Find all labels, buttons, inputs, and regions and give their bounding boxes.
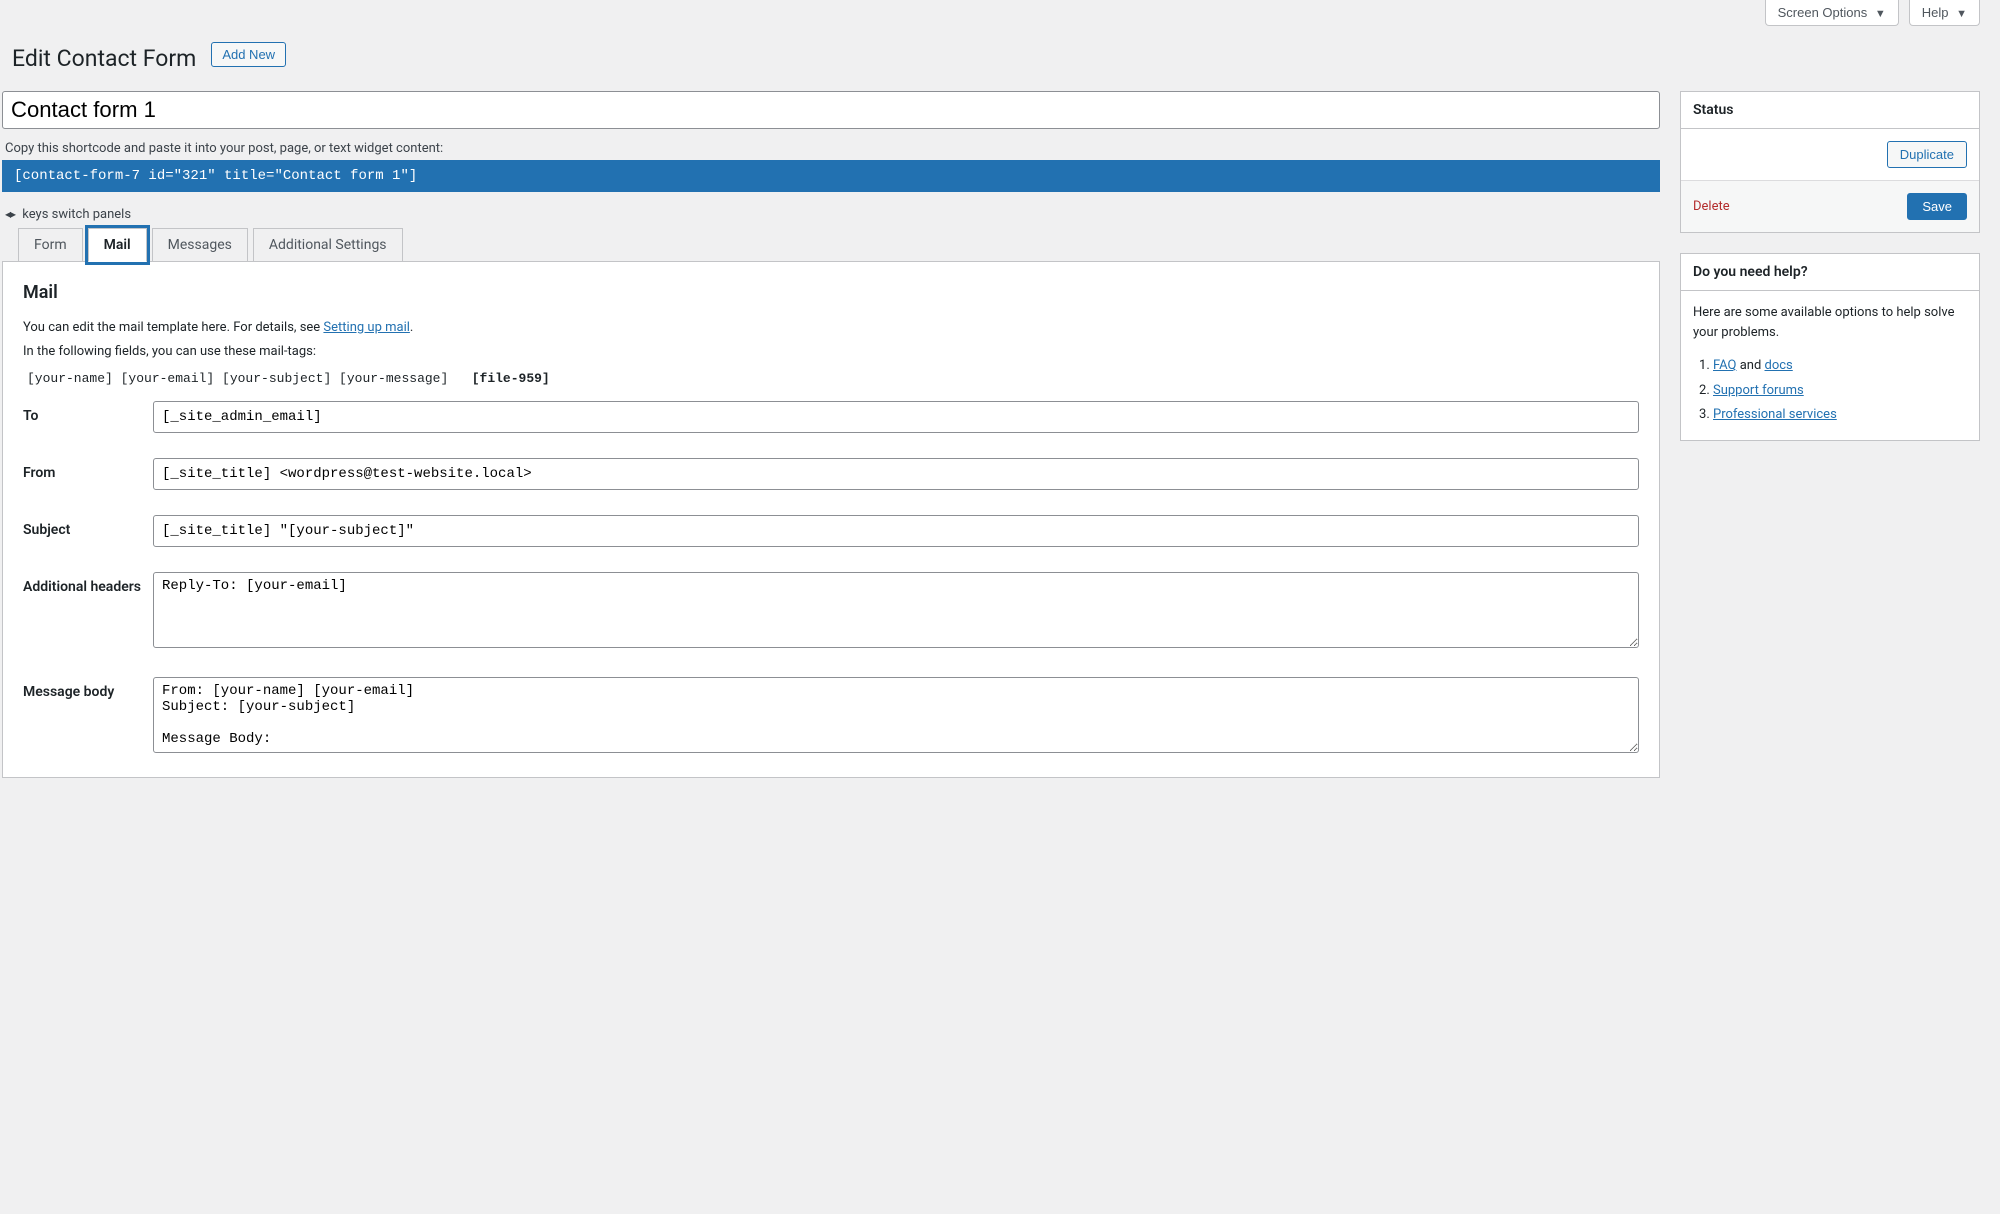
page-title: Edit Contact Form bbox=[12, 36, 196, 76]
switch-panels-text: keys switch panels bbox=[22, 207, 131, 222]
mail-tab-panel: Mail You can edit the mail template here… bbox=[2, 261, 1660, 779]
subject-input[interactable] bbox=[153, 515, 1639, 547]
screen-options-label: Screen Options bbox=[1778, 5, 1868, 20]
tabs-container: Form Mail Messages Additional Settings bbox=[2, 228, 1660, 262]
help-item-faq-docs: FAQ and docs bbox=[1713, 354, 1967, 379]
to-label: To bbox=[23, 401, 153, 433]
tab-messages[interactable]: Messages bbox=[152, 228, 248, 262]
shortcode-description: Copy this shortcode and paste it into yo… bbox=[2, 141, 1660, 156]
form-title-input[interactable] bbox=[2, 91, 1660, 129]
docs-link[interactable]: docs bbox=[1765, 358, 1793, 373]
mail-tag-highlighted: [file-959] bbox=[472, 371, 550, 386]
message-body-label: Message body bbox=[23, 677, 153, 757]
additional-headers-textarea[interactable]: Reply-To: [your-email] bbox=[153, 572, 1639, 648]
status-title: Status bbox=[1681, 92, 1979, 129]
chevron-down-icon: ▼ bbox=[1875, 8, 1886, 20]
delete-link[interactable]: Delete bbox=[1693, 199, 1730, 214]
save-button[interactable]: Save bbox=[1907, 193, 1967, 220]
message-body-textarea[interactable]: From: [your-name] [your-email] Subject: … bbox=[153, 677, 1639, 753]
arrow-keys-icon: ◂▸ bbox=[5, 207, 15, 221]
from-label: From bbox=[23, 458, 153, 490]
setting-up-mail-link[interactable]: Setting up mail bbox=[323, 320, 409, 335]
help-postbox: Do you need help? Here are some availabl… bbox=[1680, 253, 1980, 441]
help-button[interactable]: Help ▼ bbox=[1909, 0, 1980, 26]
add-new-button[interactable]: Add New bbox=[211, 42, 286, 67]
subject-label: Subject bbox=[23, 515, 153, 547]
help-text: Here are some available options to help … bbox=[1693, 303, 1967, 342]
duplicate-button[interactable]: Duplicate bbox=[1887, 141, 1967, 168]
to-input[interactable] bbox=[153, 401, 1639, 433]
tab-additional-settings[interactable]: Additional Settings bbox=[253, 228, 403, 262]
mail-tags: [your-name] [your-email] [your-subject] … bbox=[23, 367, 1639, 401]
additional-headers-label: Additional headers bbox=[23, 572, 153, 652]
help-item-professional: Professional services bbox=[1713, 403, 1967, 428]
tab-mail[interactable]: Mail bbox=[88, 228, 147, 262]
switch-panels-hint: ◂▸ keys switch panels bbox=[2, 207, 1660, 228]
help-list: FAQ and docs Support forums Professional… bbox=[1693, 354, 1967, 428]
mail-panel-description: You can edit the mail template here. For… bbox=[23, 318, 1639, 339]
tab-form[interactable]: Form bbox=[18, 228, 83, 262]
help-item-support: Support forums bbox=[1713, 379, 1967, 404]
from-input[interactable] bbox=[153, 458, 1639, 490]
mail-tags-hint: In the following fields, you can use the… bbox=[23, 342, 1639, 363]
mail-panel-title: Mail bbox=[23, 282, 1639, 303]
support-forums-link[interactable]: Support forums bbox=[1713, 383, 1804, 398]
screen-options-button[interactable]: Screen Options ▼ bbox=[1765, 0, 1899, 26]
status-postbox: Status Duplicate Delete Save bbox=[1680, 91, 1980, 233]
help-label: Help bbox=[1922, 5, 1949, 20]
shortcode-block[interactable]: [contact-form-7 id="321" title="Contact … bbox=[2, 160, 1660, 192]
help-title: Do you need help? bbox=[1681, 254, 1979, 291]
chevron-down-icon: ▼ bbox=[1956, 8, 1967, 20]
faq-link[interactable]: FAQ bbox=[1713, 358, 1736, 373]
professional-services-link[interactable]: Professional services bbox=[1713, 407, 1837, 422]
